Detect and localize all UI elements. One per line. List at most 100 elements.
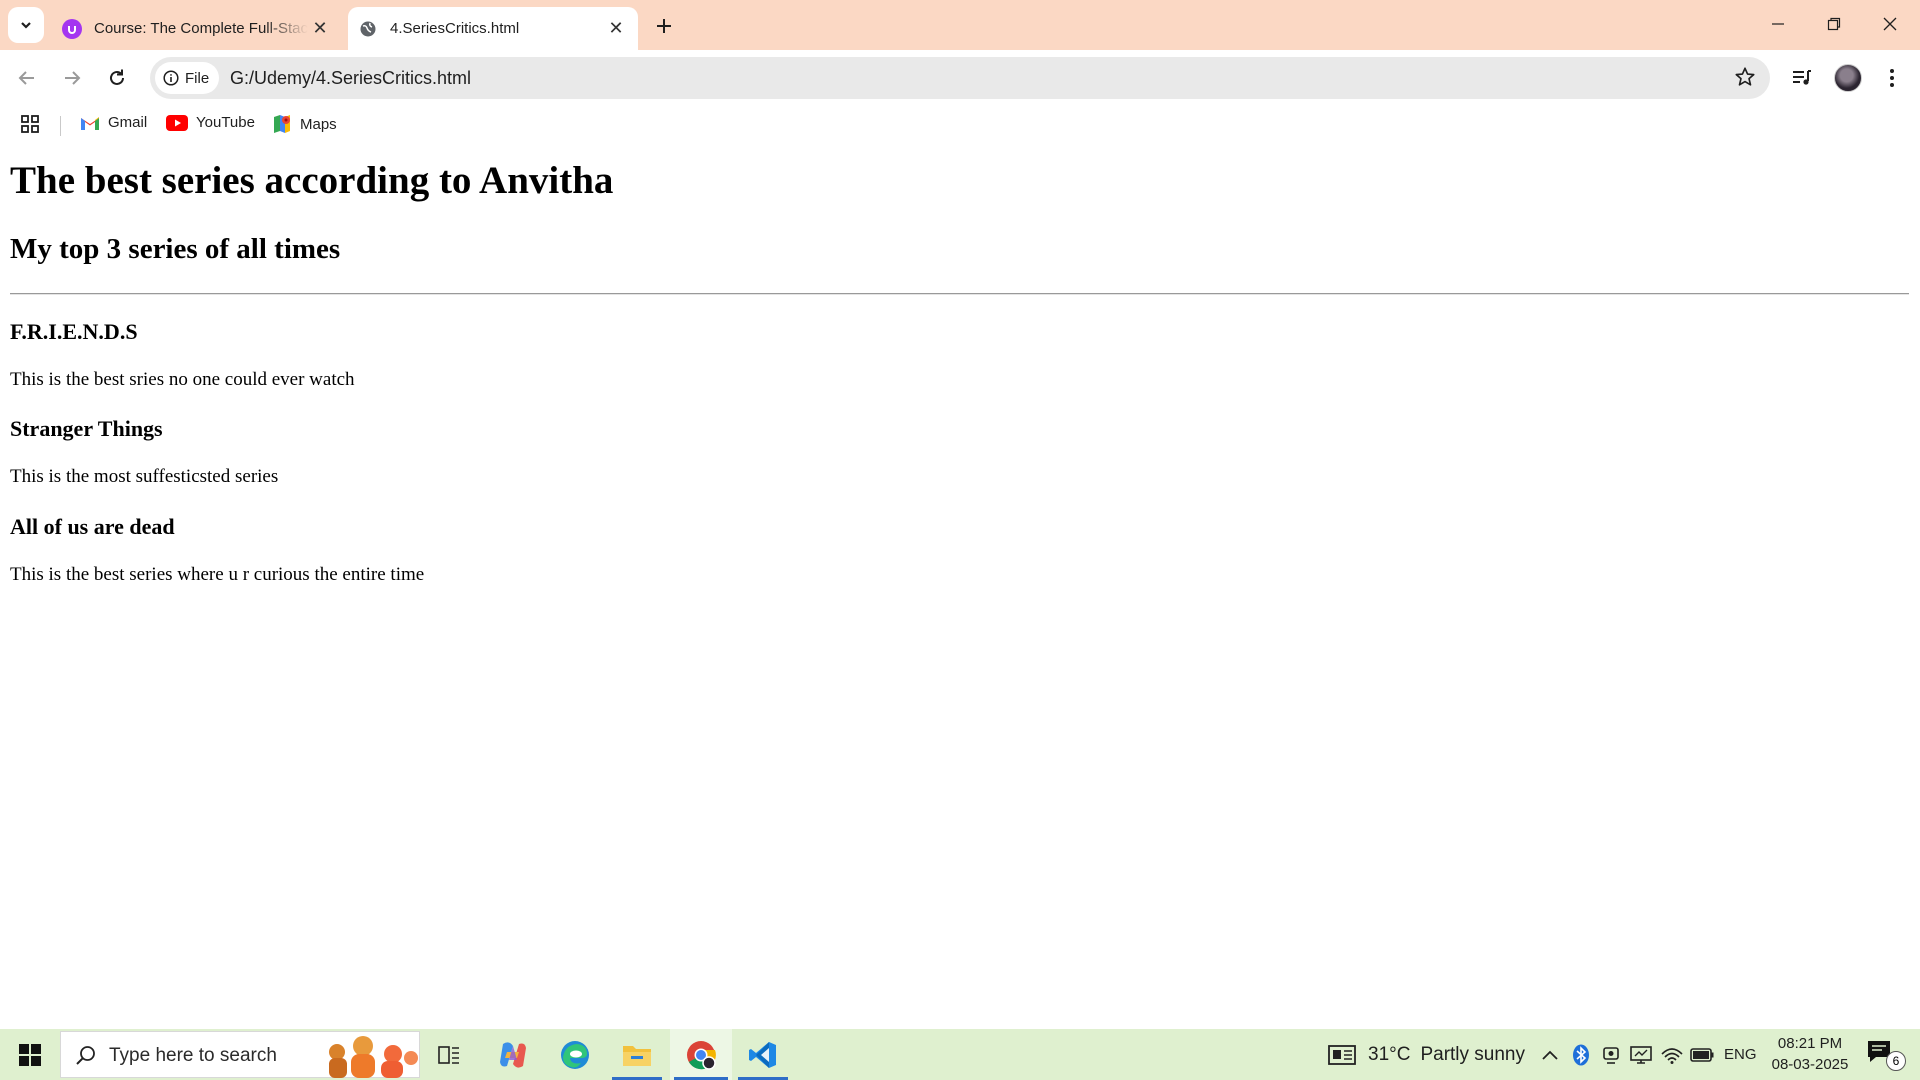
tab-course[interactable]: Course: The Complete Full-Stack Web Deve… [52,7,342,50]
gmail-icon [80,115,100,131]
avatar [1834,64,1862,92]
bookmarks-divider [60,116,61,136]
udemy-icon [62,18,82,39]
weather-news-icon [1328,1044,1356,1065]
meet-now-tray-button[interactable] [1601,1029,1621,1080]
tab-title: 4.SeriesCritics.html [390,20,520,37]
bookmark-star-button[interactable] [1734,66,1756,93]
series-description-friends: This is the best sries no one could ever… [10,369,355,390]
minimize-icon [1772,23,1784,25]
restore-icon [1827,17,1841,31]
network-tray-button[interactable] [1661,1029,1683,1080]
weather-widget[interactable]: 31°C Partly sunny [1328,1029,1525,1080]
minimize-button[interactable] [1750,0,1806,48]
menu-button[interactable] [1874,60,1910,96]
vscode-icon [749,1041,776,1068]
address-bar[interactable]: File G:/Udemy/4.SeriesCritics.html [150,57,1770,99]
copilot-icon [500,1041,526,1068]
site-info-chip[interactable]: File [155,62,220,94]
site-info-label: File [185,69,210,87]
folder-icon [623,1045,651,1066]
back-button[interactable] [9,60,45,96]
series-description-all-of-us-are-dead: This is the best series where u r curiou… [10,564,425,585]
search-placeholder: Type here to search [109,1045,277,1066]
media-control-button[interactable] [1784,60,1820,96]
globe-icon [358,19,378,39]
info-icon [163,70,179,86]
task-view-button[interactable] [420,1029,478,1080]
reload-icon [110,69,124,85]
chrome-icon [687,1040,716,1070]
tab-title: Course: The Complete Full-Stack Web Deve… [94,20,308,37]
search-icon [76,1046,95,1065]
bookmarks-bar: Gmail YouTube Maps [0,106,1920,144]
webcam-icon [1603,1046,1619,1064]
arrow-right-icon [65,71,81,85]
forward-button[interactable] [54,60,90,96]
arrow-left-icon [18,71,34,85]
reload-button[interactable] [99,60,135,96]
notification-center-button[interactable]: 6 [1866,1039,1906,1071]
page-content: The best series according to Anvitha My … [0,144,1920,1029]
clock-time: 08:21 PM [1777,1035,1843,1052]
input-language-button[interactable]: ENG [1724,1029,1757,1080]
plus-icon [657,19,671,33]
media-queue-icon [1793,70,1811,85]
vscode-button[interactable] [734,1029,792,1080]
taskbar-search[interactable]: Type here to search [60,1031,420,1078]
apps-grid-icon [21,115,39,133]
edge-browser-icon [561,1040,589,1069]
bluetooth-tray-button[interactable] [1572,1029,1590,1080]
tab-series-critics[interactable]: 4.SeriesCritics.html ✕ [348,7,638,50]
tab-search-button[interactable] [8,7,44,43]
series-description-stranger-things: This is the most suffesticsted series [10,466,279,487]
weather-condition: Partly sunny [1420,1043,1525,1065]
clock-date: 08-03-2025 [1771,1056,1849,1073]
wifi-icon [1661,1047,1683,1064]
system-clock[interactable]: 08:21 PM 08-03-2025 [1764,1033,1856,1075]
apps-button[interactable] [20,114,40,139]
windows-logo-icon [19,1043,41,1066]
page-title: The best series according to Anvitha [10,159,614,202]
youtube-icon [166,114,188,131]
bookmark-label: YouTube [196,114,255,131]
series-title-friends: F.R.I.E.N.D.S [10,319,138,344]
monitor-icon [1630,1045,1652,1064]
restore-button[interactable] [1806,0,1862,48]
star-icon [1735,67,1755,86]
chevron-up-icon [1542,1050,1558,1060]
chrome-button[interactable] [670,1029,732,1080]
close-tab-icon[interactable]: ✕ [604,17,628,41]
more-vertical-icon [1890,69,1894,87]
edge-button[interactable] [546,1029,604,1080]
browser-toolbar: File G:/Udemy/4.SeriesCritics.html [0,50,1920,106]
weather-temperature: 31°C [1368,1043,1411,1065]
start-button[interactable] [0,1029,60,1080]
page-subtitle: My top 3 series of all times [10,233,341,265]
url-text[interactable]: G:/Udemy/4.SeriesCritics.html [230,68,471,89]
browser-tab-strip: Course: The Complete Full-Stack Web Deve… [0,0,1920,50]
series-title-all-of-us-are-dead: All of us are dead [10,514,175,539]
bookmark-label: Maps [300,115,337,133]
close-icon [1883,17,1897,31]
taskbar: Type here to search 31°C Partly sunny EN… [0,1029,1920,1080]
close-window-button[interactable] [1862,0,1918,48]
chevron-down-icon [21,22,31,29]
profile-button[interactable] [1830,60,1866,96]
battery-tray-button[interactable] [1690,1029,1714,1080]
task-view-icon [438,1045,459,1064]
battery-icon [1690,1047,1714,1062]
bookmark-maps[interactable]: Maps [272,114,337,134]
notification-count-badge: 6 [1886,1051,1906,1071]
bookmark-youtube[interactable]: YouTube [166,114,255,131]
language-label: ENG [1724,1046,1757,1063]
maps-icon [272,114,292,134]
close-tab-icon[interactable]: ✕ [308,17,332,41]
new-tab-button[interactable] [650,12,678,40]
bluetooth-icon [1573,1044,1589,1065]
bookmark-gmail[interactable]: Gmail [80,114,147,131]
display-tray-button[interactable] [1630,1029,1652,1080]
show-hidden-icons-button[interactable] [1541,1029,1559,1080]
copilot-button[interactable] [484,1029,542,1080]
file-explorer-button[interactable] [608,1029,666,1080]
